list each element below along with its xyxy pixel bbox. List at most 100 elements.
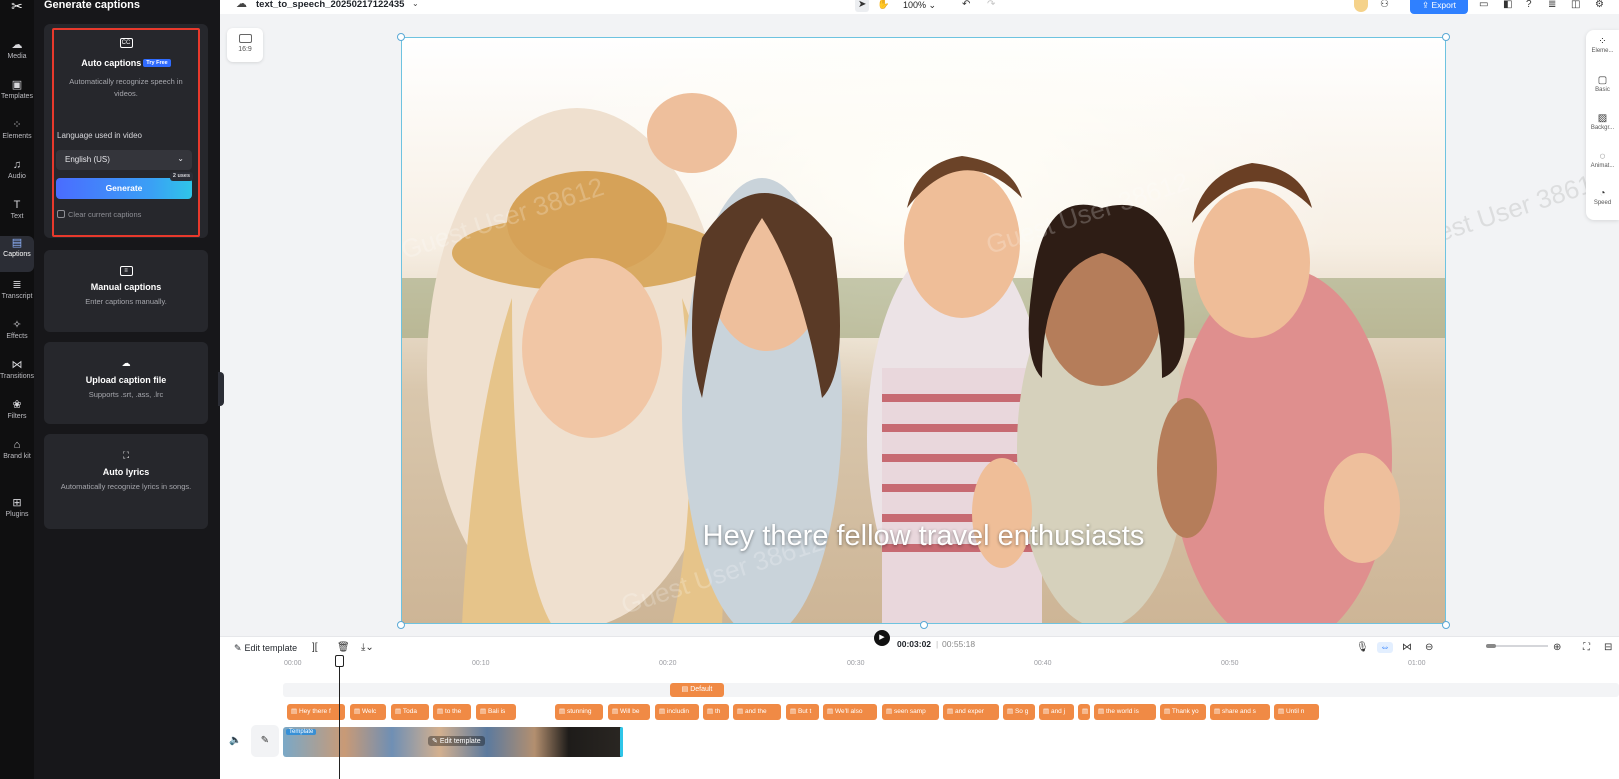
- caption-clip[interactable]: ▤ Until n: [1274, 704, 1319, 720]
- clear-captions-checkbox[interactable]: Clear current captions: [57, 210, 141, 219]
- caption-clip[interactable]: ▤ Thank yo: [1160, 704, 1206, 720]
- edit-template-button[interactable]: ✎ Edit template: [234, 643, 297, 654]
- caption-clip[interactable]: ▤ the world is: [1094, 704, 1156, 720]
- mute-icon[interactable]: 🔈: [229, 735, 241, 746]
- share-user-icon[interactable]: ⚇: [1380, 0, 1389, 12]
- link-icon[interactable]: ⇔: [1377, 642, 1393, 653]
- resize-handle[interactable]: [397, 621, 405, 629]
- caption-clip[interactable]: ▤ includin: [655, 704, 699, 720]
- rotate-handle[interactable]: [920, 621, 928, 629]
- resize-handle[interactable]: [397, 33, 405, 41]
- panels-icon[interactable]: ◫: [1571, 0, 1580, 12]
- video-preview[interactable]: Guest User 38612 Guest User 38612 Guest …: [401, 37, 1446, 624]
- rr-item-animation[interactable]: ◌ Animat...: [1586, 151, 1619, 169]
- rail-item-text[interactable]: T Text: [0, 198, 34, 234]
- hand-tool-icon[interactable]: ✋: [877, 0, 889, 12]
- playhead-handle[interactable]: [335, 655, 344, 667]
- rail-item-plugins[interactable]: ⊞ Plugins: [0, 496, 34, 532]
- caption-clip[interactable]: ▤ Toda: [391, 704, 429, 720]
- present-icon[interactable]: ▭: [1479, 0, 1488, 12]
- basic-icon: ▢: [1597, 75, 1608, 86]
- caption-clip[interactable]: ▤ Bali is: [476, 704, 516, 720]
- rail-item-filters[interactable]: ❀ Filters: [0, 398, 34, 434]
- help-icon[interactable]: ?: [1526, 0, 1532, 12]
- rail-item-brand-kit[interactable]: ⌂ Brand kit: [0, 438, 34, 482]
- clip-trim-handle[interactable]: [620, 727, 623, 757]
- rail-item-templates[interactable]: ▣ Templates: [0, 78, 34, 114]
- caption-clip[interactable]: ▤ stunning: [555, 704, 603, 720]
- rr-item-basic[interactable]: ▢ Basic: [1586, 75, 1619, 93]
- download-icon[interactable]: ⤓⌄: [361, 642, 374, 653]
- elements-icon: ⁘: [1598, 36, 1607, 47]
- caption-clip[interactable]: ▤ Hey there f: [287, 704, 345, 720]
- timeline-zoom-slider[interactable]: [1486, 644, 1548, 648]
- try-free-badge: Try Free: [143, 59, 171, 67]
- caption-clip[interactable]: ▤: [1078, 704, 1090, 720]
- caption-clip[interactable]: ▤ So g: [1003, 704, 1035, 720]
- rail-item-elements[interactable]: ⁘ Elements: [0, 118, 34, 154]
- play-button[interactable]: ▶: [874, 630, 890, 646]
- video-track-clip[interactable]: Template ✎ Edit template: [283, 727, 623, 757]
- transitions-icon: ⋈: [11, 359, 23, 371]
- caption-clip[interactable]: ▤ Welc: [350, 704, 386, 720]
- resize-handle[interactable]: [1442, 33, 1450, 41]
- caption-clip[interactable]: ▤ We'll also: [823, 704, 877, 720]
- microphone-icon[interactable]: 🎙: [1356, 642, 1369, 653]
- caption-clip[interactable]: ▤ Will be: [608, 704, 650, 720]
- caption-style-track: ▤ Default: [283, 683, 1619, 697]
- rail-item-media[interactable]: ☁ Media: [0, 38, 34, 74]
- caption-clip-label: Welc: [361, 708, 377, 715]
- ruler-tick: 00:10: [472, 660, 490, 667]
- playhead[interactable]: [335, 655, 344, 779]
- split-audio-icon[interactable]: ⋈: [1402, 642, 1412, 653]
- undo-icon[interactable]: ↶: [962, 0, 970, 12]
- caption-clip[interactable]: ▤ to the: [433, 704, 471, 720]
- caption-clip-label: and exper: [954, 708, 984, 715]
- caption-clip[interactable]: ▤ and j: [1039, 704, 1074, 720]
- rail-item-transcript[interactable]: ≣ Transcript: [0, 278, 34, 314]
- rail-item-captions[interactable]: ▤ Captions: [0, 236, 34, 272]
- manual-captions-title: Manual captions: [90, 282, 162, 292]
- avatar[interactable]: [1354, 0, 1368, 12]
- select-tool-icon[interactable]: ➤: [855, 0, 870, 12]
- caption-display-icon[interactable]: ⊟: [1604, 642, 1612, 653]
- split-icon[interactable]: ][: [312, 642, 318, 653]
- caption-clip[interactable]: ▤ But t: [786, 704, 819, 720]
- caption-clip[interactable]: ▤ and exper: [943, 704, 999, 720]
- time-ruler[interactable]: 00:00 00:10 00:20 00:30 00:40 00:50 01:0…: [282, 659, 1619, 673]
- rr-item-speed[interactable]: ◔ Speed: [1586, 188, 1619, 206]
- generate-button[interactable]: Generate 2 uses: [56, 172, 193, 199]
- rr-item-background[interactable]: ▨ Backgr...: [1586, 113, 1619, 131]
- slider-knob[interactable]: [1486, 644, 1496, 648]
- manual-captions-card[interactable]: ≡ Manual captions Enter captions manuall…: [44, 250, 208, 332]
- zoom-out-icon[interactable]: ⊖: [1425, 642, 1433, 653]
- language-select[interactable]: English (US) ⌄: [56, 150, 192, 170]
- aspect-ratio-button[interactable]: 16:9: [227, 28, 263, 62]
- zoom-in-icon[interactable]: ⊕: [1553, 642, 1561, 653]
- upload-caption-card[interactable]: ☁ Upload caption file Supports .srt, .as…: [44, 342, 208, 424]
- auto-lyrics-card[interactable]: ⛶ Auto lyrics Automatically recognize ly…: [44, 434, 208, 529]
- settings-icon[interactable]: ⚙: [1595, 0, 1604, 12]
- resize-handle[interactable]: [1442, 621, 1450, 629]
- fullscreen-icon[interactable]: ⛶: [1583, 642, 1590, 653]
- caption-clip[interactable]: ▤ and the: [733, 704, 781, 720]
- stack-icon[interactable]: ≣: [1548, 0, 1556, 12]
- rail-item-transitions[interactable]: ⋈ Transitions: [0, 358, 34, 394]
- rail-item-effects[interactable]: ✧ Effects: [0, 318, 34, 354]
- project-name[interactable]: text_to_speech_20250217122435: [256, 0, 404, 10]
- delete-icon[interactable]: 🗑: [337, 642, 350, 653]
- chevron-down-icon[interactable]: ⌄: [412, 0, 419, 8]
- redo-icon[interactable]: ↷: [987, 0, 995, 12]
- default-style-chip[interactable]: ▤ Default: [670, 683, 724, 697]
- caption-clip[interactable]: ▤ th: [703, 704, 729, 720]
- rr-item-elements[interactable]: ⁘ Eleme...: [1586, 36, 1619, 54]
- caption-clip[interactable]: ▤ seen samp: [882, 704, 939, 720]
- zoom-dropdown[interactable]: 100% ⌄: [903, 0, 936, 10]
- caption-clip[interactable]: ▤ share and s: [1210, 704, 1270, 720]
- panel-collapse-handle[interactable]: [218, 372, 224, 406]
- caption-overlay-text[interactable]: Hey there fellow travel enthusiasts: [402, 520, 1445, 553]
- cover-edit-button[interactable]: ✎: [251, 725, 279, 757]
- layout-icon[interactable]: ◧: [1503, 0, 1512, 12]
- rail-item-audio[interactable]: ♫ Audio: [0, 158, 34, 194]
- export-button[interactable]: ⇪ Export: [1410, 0, 1468, 14]
